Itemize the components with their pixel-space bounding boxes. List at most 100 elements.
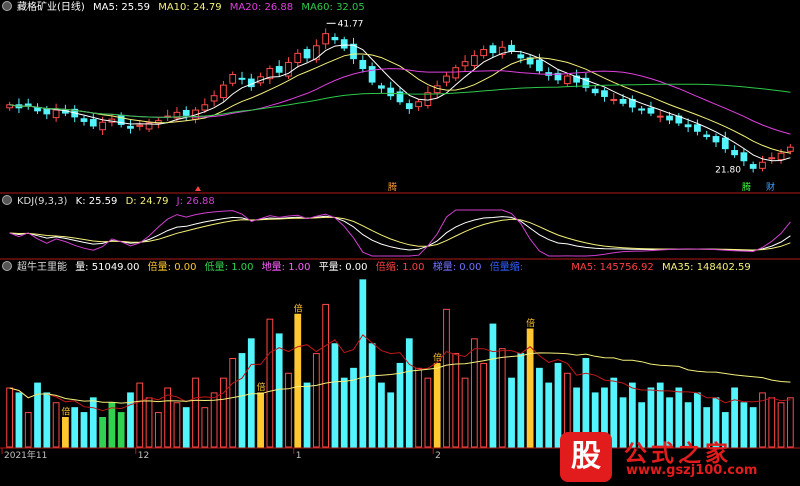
candle-body [452,67,460,79]
volume-bar [461,377,469,448]
candle-body [99,121,106,131]
candle-body [359,60,367,69]
candle-body [517,54,525,59]
candle-body [415,101,422,108]
volume-bar [387,392,395,448]
legend-beisuo2: 倍量缩: [489,262,524,273]
candle-body [89,119,97,127]
volume-bar [285,372,292,448]
volume-bar [452,353,460,448]
volume-bar [192,377,199,448]
bei-label: 倍 [61,406,70,418]
candle-body [666,115,673,121]
candle-body [563,75,571,85]
legend-vol: 量: 51049.00 [75,262,140,273]
volume-bar [34,382,41,448]
candle-body [201,104,209,111]
volume-panel: 倍倍倍倍倍 [6,279,794,448]
volume-bar [331,343,339,448]
candle-body [731,150,738,156]
candle-body [768,157,776,160]
volume-bar [359,279,367,448]
candle-body [80,118,88,122]
volume-bar [480,362,488,448]
legend-k: K: 25.59 [75,196,118,207]
volume-bar [229,358,237,448]
candle-body [443,75,450,83]
volume-bar [173,402,181,448]
bei-label: 倍 [294,302,303,314]
gear-icon[interactable] [2,195,12,205]
volume-bar [6,387,14,448]
candle-body [749,164,757,169]
volume-bar [71,407,79,448]
volume-bar [443,308,450,448]
volume-bar [257,392,264,448]
legend-bei: 倍量: 0.00 [147,262,197,273]
candle-body [619,98,627,104]
candle-body [684,124,692,128]
arrow-marker [195,186,201,191]
candle-body [480,49,488,57]
candle-body [275,66,283,73]
candle-body [210,95,218,102]
volume-bar [52,402,60,448]
candle-body [712,136,720,143]
candle-body [591,88,599,94]
x-tick-label: 1 [296,451,302,461]
candle-body [601,90,608,97]
candle-body [312,45,320,61]
volume-bar [164,387,172,448]
vol-title: 超牛王里能 [17,262,67,273]
signal-label: 腾 [388,181,397,193]
volume-bar [312,353,320,448]
legend-d: D: 24.79 [125,196,169,207]
candle-body [703,134,711,138]
candle-body [368,66,376,83]
volume-bar [405,338,413,448]
legend-ma20: MA20: 26.88 [229,2,294,13]
candle-body [424,92,432,107]
volume-legend: 超牛王里能 量: 51049.00 倍量: 0.00 低量: 1.00 地量: … [0,261,756,274]
legend-j: J: 26.88 [176,196,215,207]
volume-bar [154,412,162,448]
volume-bar [89,397,97,448]
gear-icon[interactable] [2,261,12,271]
legend-ping: 平量: 0.00 [318,262,368,273]
volume-bar [545,382,553,448]
volume-bar [24,412,32,448]
volume-bar [415,367,422,448]
volume-bar [368,343,376,448]
signal-label: 财 [766,181,775,193]
candlestick-panel: 41.7721.80腾腾财 [6,19,794,193]
volume-bar [294,313,302,448]
candle-body [127,125,134,129]
legend-suo: 梯量: 0.00 [432,262,482,273]
legend-diliang: 地量: 1.00 [261,262,311,273]
candle-body [387,87,395,97]
volume-bar [99,417,106,448]
candle-body [24,103,32,107]
volume-bar [303,382,311,448]
candle-body [740,152,748,162]
candle-body [294,52,302,63]
candle-body [610,98,618,101]
kdj-panel [9,209,791,257]
candle-body [340,39,348,49]
chart-canvas: 41.7721.80腾腾财 倍倍倍倍倍 2021年1112123 [0,19,800,461]
gear-icon[interactable] [2,1,12,11]
volume-bar [127,392,134,448]
candle-body [536,59,543,72]
candle-body [721,137,729,150]
volume-bar [15,392,23,448]
bei-label: 倍 [526,317,535,329]
d-line [9,216,791,251]
candle-body [638,108,646,111]
watermark-logo: 股 [560,432,612,482]
candle-body [489,45,497,54]
candle-body [433,85,441,94]
main-legend: 藏格矿业(日线) MA5: 25.59 MA10: 24.79 MA20: 26… [0,1,370,14]
volume-bar [182,407,190,448]
kdj-title: KDJ(9,3,3) [17,196,68,207]
volume-bar [43,392,51,448]
